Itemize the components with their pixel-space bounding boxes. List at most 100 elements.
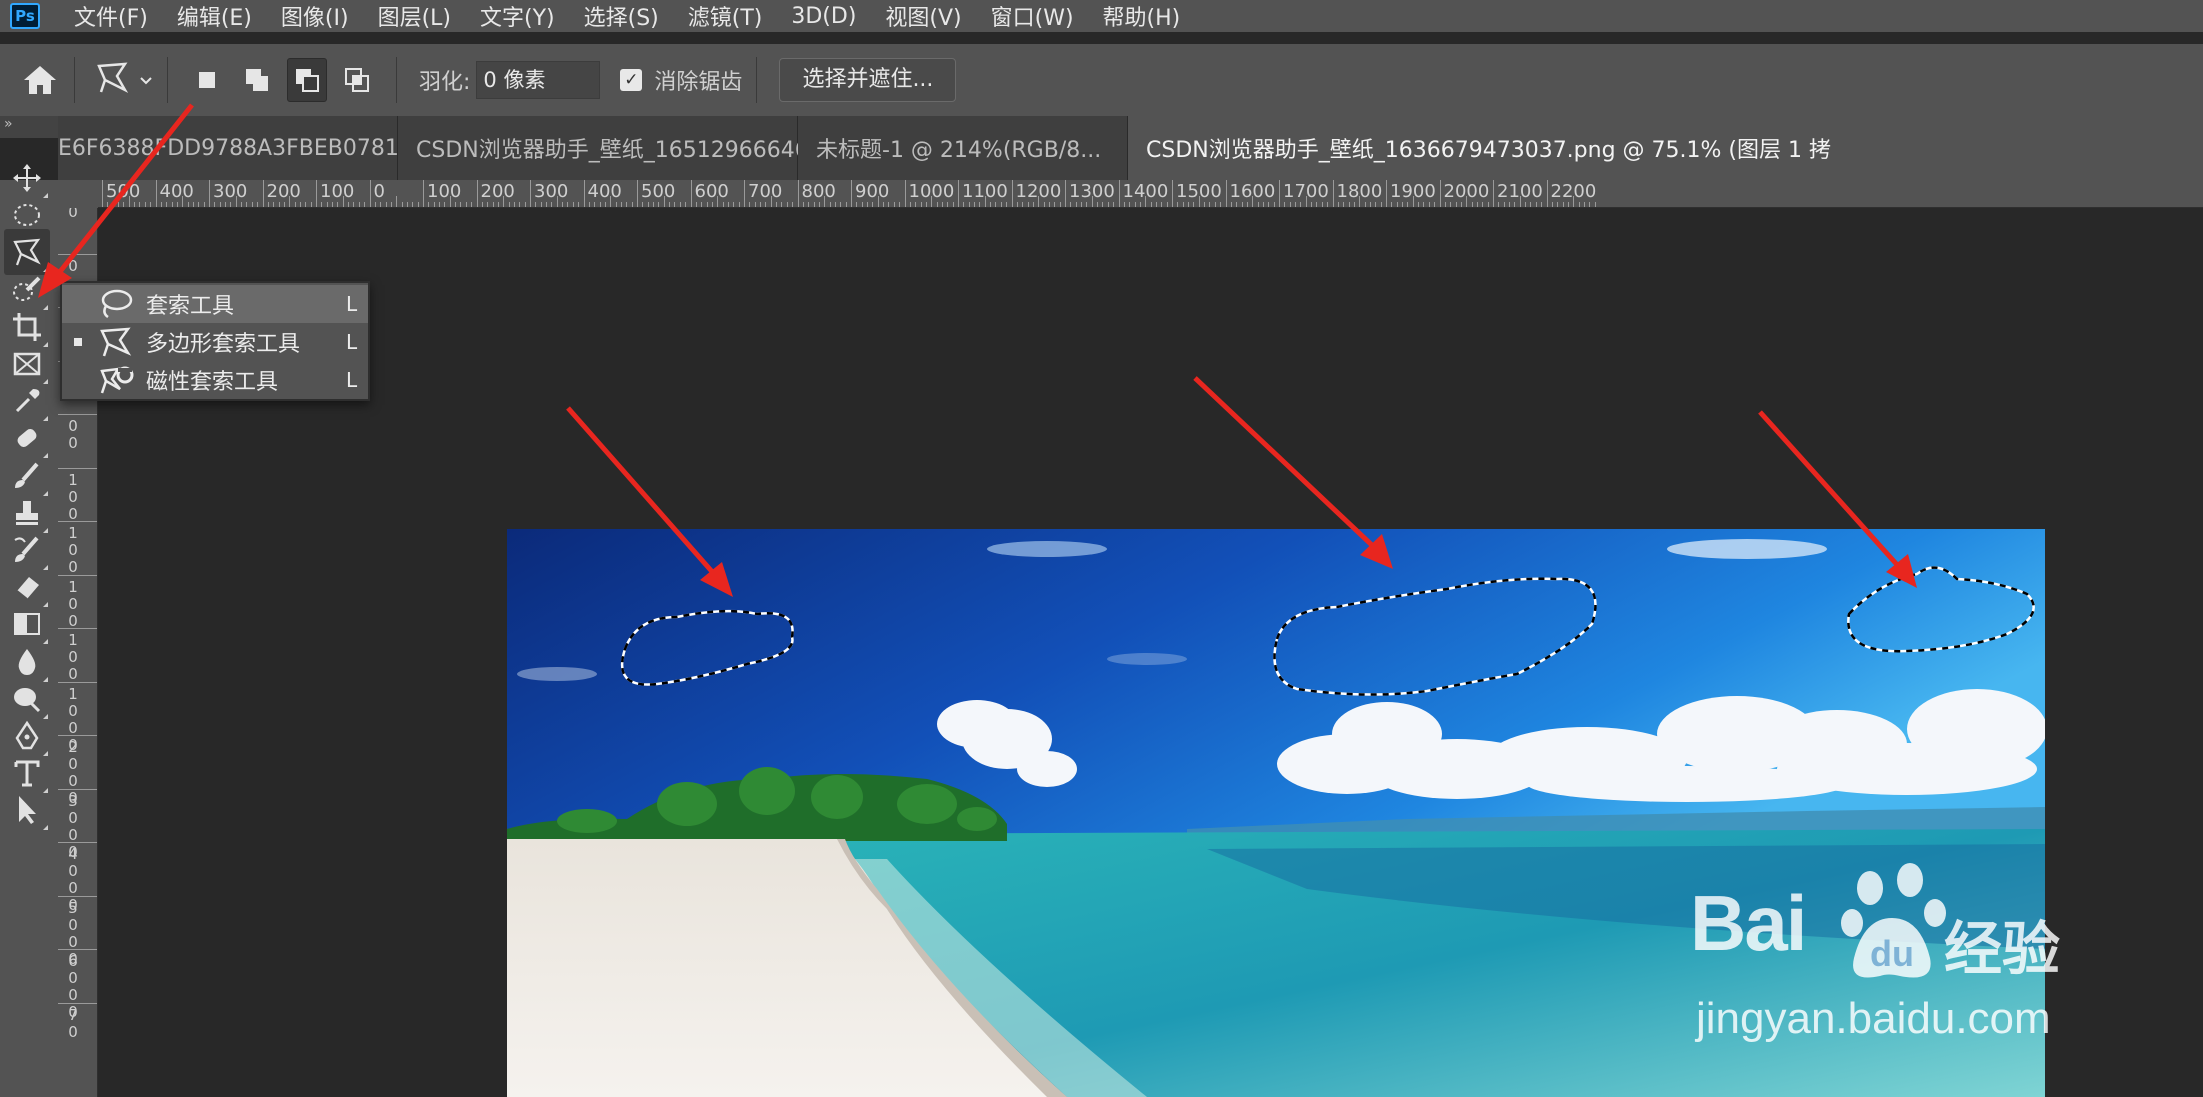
flyout-item-label: 多边形套索工具 xyxy=(146,332,301,357)
ruler-label: 0 xyxy=(68,256,78,275)
lasso-tools-flyout: 套索工具 L 多边形套索工具 L 磁性套索工具 L xyxy=(60,281,370,401)
menu-help[interactable]: 帮助(H) xyxy=(1103,0,1181,32)
ruler-tick xyxy=(958,180,959,207)
ruler-tick xyxy=(58,521,97,522)
ruler-label: 1400 xyxy=(1122,181,1169,202)
flyout-item-label: 磁性套索工具 xyxy=(146,370,279,395)
brush-icon xyxy=(15,462,39,488)
selected-indicator xyxy=(74,376,82,384)
ruler-tick xyxy=(58,628,97,629)
ruler-corner xyxy=(58,180,98,208)
quick-select-icon xyxy=(13,276,41,301)
flyout-item-lasso[interactable]: 套索工具 L xyxy=(62,285,368,323)
chevron-down-icon xyxy=(139,71,153,90)
magnetic-lasso-icon xyxy=(96,363,134,397)
polygonal-lasso-icon xyxy=(96,325,134,359)
ruler-label: 100 xyxy=(68,470,78,523)
antialias-checkbox[interactable]: ✓ xyxy=(620,69,643,91)
ruler-label: 400 xyxy=(587,181,622,202)
ruler-label: 100 xyxy=(320,181,355,202)
ruler-tick xyxy=(904,180,906,207)
document-image[interactable] xyxy=(507,529,2045,1097)
ruler-tick xyxy=(58,1002,97,1004)
frame-icon xyxy=(13,352,41,376)
marquee-icon xyxy=(14,204,40,227)
ruler-tick xyxy=(316,180,317,207)
document-tab[interactable]: 未标题-1 @ 214%(RGB/8... × xyxy=(798,116,1144,180)
ruler-label: 1700 xyxy=(1283,181,1329,202)
ruler-tick xyxy=(851,180,852,207)
ruler-tick xyxy=(58,253,97,255)
ruler-label: 1000 xyxy=(908,181,955,202)
add-to-selection-button[interactable] xyxy=(237,58,277,102)
ruler-tick xyxy=(1439,180,1441,207)
menu-window[interactable]: 窗口(W) xyxy=(991,0,1074,32)
ruler-tick xyxy=(58,949,97,950)
document-tab-active[interactable]: CSDN浏览器助手_壁纸_1636679473037.png @ 75.1% (… xyxy=(1128,116,2203,180)
tab-label: 未标题-1 @ 214%(RGB/8... xyxy=(816,138,1102,163)
ruler-label: 200 xyxy=(480,181,515,202)
gradient-icon xyxy=(14,613,40,636)
ruler-tick xyxy=(58,574,97,576)
ruler-tick xyxy=(369,180,371,207)
ruler-label: 1900 xyxy=(1390,181,1436,202)
ruler-label: 00 xyxy=(68,417,78,452)
ruler-tick xyxy=(744,180,745,207)
menu-file[interactable]: 文件(F) xyxy=(74,0,148,32)
horizontal-ruler[interactable]: 500 400 300 200 100 0 100 200 300 400 500 600 700 800… xyxy=(98,180,2203,208)
menu-filter[interactable]: 滤镜(T) xyxy=(688,0,763,32)
lasso-icon xyxy=(96,287,134,321)
menu-type[interactable]: 文字(Y) xyxy=(480,0,555,32)
select-and-mask-button[interactable]: 选择并遮住... xyxy=(779,58,957,102)
polygonal-lasso-icon xyxy=(95,60,131,100)
document-tab[interactable]: 7E6F6388FDD9788A3FBEB0781880D.jpg × xyxy=(58,116,541,180)
menu-edit[interactable]: 编辑(E) xyxy=(177,0,252,32)
ruler-tick xyxy=(1118,180,1120,207)
shortcut-key: L xyxy=(346,292,358,316)
ruler-label: 2200 xyxy=(1550,181,1597,202)
feather-input[interactable]: 0 像素 xyxy=(476,61,601,99)
photoshop-logo: Ps xyxy=(10,3,40,29)
new-selection-icon xyxy=(199,72,215,88)
menu-select[interactable]: 选择(S) xyxy=(584,0,659,32)
menu-layer[interactable]: 图层(L) xyxy=(378,0,451,32)
tool-path-select[interactable] xyxy=(4,787,50,833)
polygonal-lasso-icon xyxy=(13,239,41,266)
subtract-selection-icon xyxy=(296,69,319,92)
ruler-tick xyxy=(209,180,210,207)
ruler-label: 2000 xyxy=(1443,181,1490,202)
ruler-label: 1600 xyxy=(1229,181,1276,202)
eyedropper-icon xyxy=(15,389,40,413)
ruler-label: 900 xyxy=(855,181,890,202)
healing-brush-icon xyxy=(17,429,37,448)
flyout-item-magnetic-lasso[interactable]: 磁性套索工具 L xyxy=(62,361,368,399)
ruler-label: 500 xyxy=(106,181,141,202)
ruler-tick xyxy=(58,895,97,897)
new-selection-button[interactable] xyxy=(187,58,227,102)
tool-preset-picker[interactable] xyxy=(95,60,153,100)
ruler-tick xyxy=(1332,180,1334,207)
menu-view[interactable]: 视图(V) xyxy=(885,0,961,32)
canvas-area[interactable] xyxy=(98,208,2203,1097)
home-icon[interactable] xyxy=(20,60,60,100)
shortcut-key: L xyxy=(346,330,358,354)
subtract-from-selection-button[interactable] xyxy=(287,58,327,102)
menu-image[interactable]: 图像(I) xyxy=(281,0,349,32)
ruler-tick xyxy=(1279,180,1280,207)
ruler-tick xyxy=(1493,180,1494,207)
intersect-selection-icon xyxy=(345,68,369,92)
document-tab[interactable]: CSDN浏览器助手_壁纸_1651296664656.png × xyxy=(398,116,920,180)
tool-submenu-indicator xyxy=(43,825,48,831)
ruler-tick xyxy=(583,180,585,207)
feather-label: 羽化: xyxy=(419,70,471,95)
ruler-label: 300 xyxy=(213,181,248,202)
history-brush-icon xyxy=(14,536,39,562)
flyout-item-polygonal-lasso[interactable]: 多边形套索工具 L xyxy=(62,323,368,361)
intersect-selection-button[interactable] xyxy=(337,58,377,102)
menu-3d[interactable]: 3D(D) xyxy=(791,4,856,29)
add-selection-icon xyxy=(246,69,268,91)
ruler-tick xyxy=(155,180,157,207)
ruler-tick xyxy=(58,414,97,415)
antialias-label: 消除锯齿 xyxy=(654,70,743,95)
panel-collapse-handle[interactable]: » xyxy=(0,116,58,138)
